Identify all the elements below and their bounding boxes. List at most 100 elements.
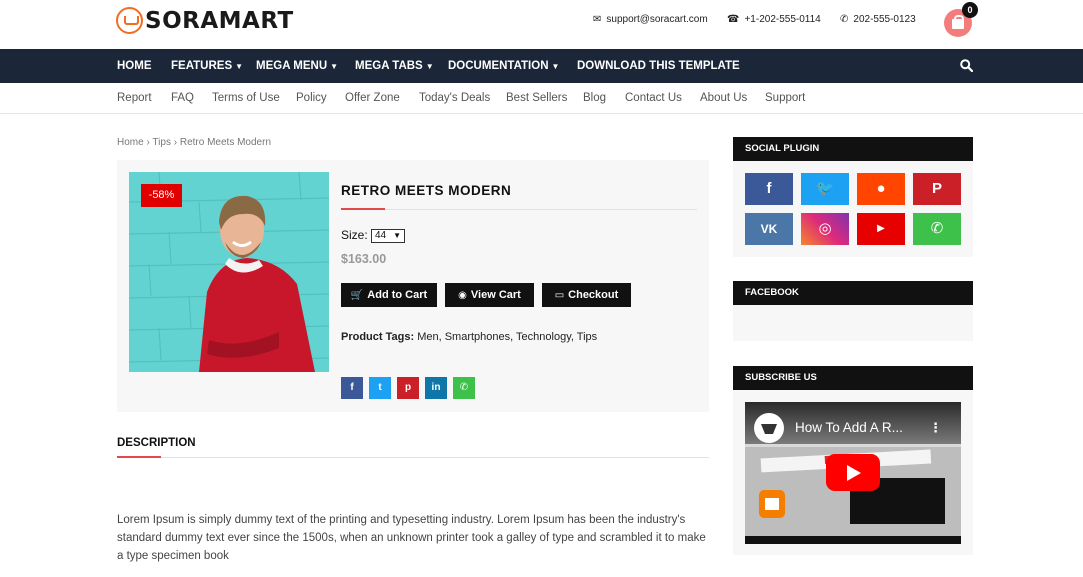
product-tags: Product Tags: Men, Smartphones, Technolo… — [341, 331, 597, 343]
share-twitter-button[interactable]: t — [369, 377, 391, 399]
facebook-widget-heading: FACEBOOK — [733, 281, 973, 305]
cart-icon: 🛒 — [350, 290, 364, 301]
linkedin-icon: in — [431, 382, 441, 393]
more-options-icon[interactable]: ⋮ — [929, 420, 942, 436]
channel-avatar-icon — [754, 413, 784, 443]
play-button[interactable] — [826, 454, 880, 491]
subnav-support[interactable]: Support — [765, 83, 805, 114]
breadcrumb-category[interactable]: Tips — [152, 137, 171, 148]
breadcrumb-separator: › — [146, 137, 150, 148]
subnav-terms[interactable]: Terms of Use — [212, 83, 280, 114]
size-select[interactable]: 44 ▼ — [371, 229, 405, 243]
chevron-down-icon: ▼ — [425, 62, 434, 71]
tags-list[interactable]: Men, Smartphones, Technology, Tips — [417, 331, 597, 343]
site-logo[interactable]: SORAMART — [116, 7, 294, 34]
subscribe-widget-heading: SUBSCRIBE US — [733, 366, 973, 390]
breadcrumb-separator: › — [173, 137, 178, 148]
nav-download-template[interactable]: DOWNLOAD THIS TEMPLATE — [577, 49, 740, 83]
whatsapp-icon: ✆ — [840, 14, 849, 25]
pinterest-icon: p — [404, 382, 412, 393]
social-plugin-heading: SOCIAL PLUGIN — [733, 137, 973, 161]
video-embed[interactable]: How To Add A R... ⋮ — [745, 402, 961, 544]
whatsapp-icon: ✆ — [930, 220, 944, 237]
instagram-icon: ◎ — [818, 220, 832, 237]
social-instagram-button[interactable]: ◎ — [801, 213, 849, 245]
social-youtube-button[interactable]: ▶ — [857, 213, 905, 245]
social-vk-button[interactable]: VK — [745, 213, 793, 245]
main-navigation: HOME FEATURES ▼ MEGA MENU ▼ MEGA TABS ▼ DOC… — [0, 49, 1083, 83]
subnav-blog[interactable]: Blog — [583, 83, 606, 114]
size-label: Size: — [341, 228, 368, 242]
vk-icon: VK — [760, 222, 778, 236]
phone-icon: ☎ — [727, 14, 740, 25]
credit-card-icon: ▭ — [554, 290, 565, 301]
share-linkedin-button[interactable]: in — [425, 377, 447, 399]
chevron-down-icon: ▼ — [235, 62, 244, 71]
contact-whatsapp[interactable]: ✆ 202-555-0123 — [840, 14, 916, 25]
logo-text: SORAMART — [145, 7, 294, 34]
subnav-policy[interactable]: Policy — [296, 83, 327, 114]
product-price: $163.00 — [341, 252, 387, 266]
search-icon[interactable] — [960, 59, 973, 72]
nav-mega-tabs[interactable]: MEGA TABS ▼ — [355, 49, 434, 83]
pinterest-icon: P — [931, 180, 942, 197]
chevron-down-icon: ▼ — [551, 62, 560, 71]
tags-label: Product Tags: — [341, 331, 415, 343]
description-divider — [117, 457, 709, 458]
nav-documentation[interactable]: DOCUMENTATION ▼ — [448, 49, 559, 83]
facebook-icon: f — [766, 180, 772, 197]
description-accent-line — [117, 456, 161, 458]
title-accent-line — [341, 208, 385, 210]
breadcrumb-home[interactable]: Home — [117, 137, 144, 148]
discount-badge: -58% — [141, 184, 182, 207]
subnav-todays-deals[interactable]: Today's Deals — [419, 83, 490, 114]
contact-whatsapp-text: 202-555-0123 — [853, 14, 916, 25]
facebook-widget — [733, 305, 973, 341]
checkout-button[interactable]: ▭ Checkout — [542, 283, 631, 307]
social-reddit-button[interactable]: ● — [857, 173, 905, 205]
tab-description[interactable]: DESCRIPTION — [117, 437, 196, 449]
share-pinterest-button[interactable]: p — [397, 377, 419, 399]
contact-email[interactable]: ✉ support@soracart.com — [593, 14, 708, 25]
product-title: RETRO MEETS MODERN — [341, 183, 512, 198]
description-text: Lorem Ipsum is simply dummy text of the … — [117, 514, 706, 562]
eye-icon: ◉ — [458, 290, 467, 301]
contact-email-text: support@soracart.com — [606, 14, 708, 25]
share-facebook-button[interactable]: f — [341, 377, 363, 399]
social-twitter-button[interactable]: 🐦 — [801, 173, 849, 205]
contact-phone-text: +1-202-555-0114 — [744, 14, 821, 25]
size-selected-value: 44 — [375, 230, 387, 241]
whatsapp-icon: ✆ — [459, 382, 469, 393]
subnav-faq[interactable]: FAQ — [171, 83, 194, 114]
reddit-icon: ● — [876, 180, 886, 197]
social-pinterest-button[interactable]: P — [913, 173, 961, 205]
share-whatsapp-button[interactable]: ✆ — [453, 377, 475, 399]
facebook-icon: f — [350, 382, 354, 393]
video-title: How To Add A R... — [795, 420, 903, 435]
chevron-down-icon: ▼ — [393, 231, 401, 240]
top-header: SORAMART ✉ support@soracart.com ☎ +1-202… — [0, 0, 1083, 49]
view-cart-button[interactable]: ◉ View Cart — [445, 283, 534, 307]
twitter-icon: t — [378, 382, 382, 393]
twitter-icon: 🐦 — [815, 180, 835, 197]
breadcrumb: Home › Tips › Retro Meets Modern — [117, 137, 271, 148]
subnav-contact-us[interactable]: Contact Us — [625, 83, 682, 114]
envelope-icon: ✉ — [593, 14, 602, 25]
secondary-navigation: Report FAQ Terms of Use Policy Offer Zon… — [0, 83, 1083, 114]
breadcrumb-current: Retro Meets Modern — [179, 137, 272, 148]
add-to-cart-button[interactable]: 🛒 Add to Cart — [341, 283, 437, 307]
social-whatsapp-button[interactable]: ✆ — [913, 213, 961, 245]
nav-home[interactable]: HOME — [117, 49, 152, 83]
youtube-icon: ▶ — [877, 223, 885, 234]
contact-phone[interactable]: ☎ +1-202-555-0114 — [727, 14, 821, 25]
subnav-about-us[interactable]: About Us — [700, 83, 747, 114]
social-facebook-button[interactable]: f — [745, 173, 793, 205]
nav-features[interactable]: FEATURES ▼ — [171, 49, 243, 83]
subnav-best-sellers[interactable]: Best Sellers — [506, 83, 567, 114]
cart-count-badge: 0 — [962, 2, 978, 18]
cart-logo-icon — [116, 7, 143, 34]
subnav-report[interactable]: Report — [117, 83, 152, 114]
nav-mega-menu[interactable]: MEGA MENU ▼ — [256, 49, 338, 83]
title-divider — [341, 209, 697, 210]
subnav-offer-zone[interactable]: Offer Zone — [345, 83, 400, 114]
